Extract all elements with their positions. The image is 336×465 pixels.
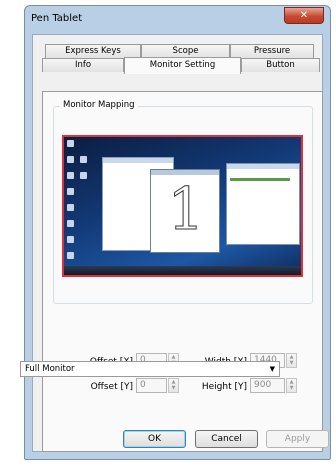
monitor-number: 1 <box>167 175 205 243</box>
preview-taskbar <box>64 266 301 275</box>
apply-button[interactable]: Apply <box>266 430 329 448</box>
pen-tablet-window: Pen Tablet ✕ Express Keys Scope Pressure… <box>24 5 331 460</box>
desktop-icon <box>80 156 87 163</box>
cancel-button[interactable]: Cancel <box>195 430 258 448</box>
chevron-down-icon: ▼ <box>269 365 275 373</box>
desktop-icon <box>67 172 74 179</box>
height-y-spinner[interactable]: ▲ ▼ <box>286 378 297 393</box>
close-button[interactable]: ✕ <box>284 7 324 24</box>
desktop-icon <box>80 172 87 179</box>
tab-express-keys[interactable]: Express Keys <box>45 44 141 58</box>
monitor-mapping-preview[interactable]: 1 <box>62 135 303 277</box>
height-y-input[interactable]: 900 <box>250 378 285 393</box>
spin-down-icon: ▼ <box>289 385 294 391</box>
desktop-icon <box>67 140 74 147</box>
height-y-label: Height [Y] <box>201 382 247 392</box>
ok-button[interactable]: OK <box>123 430 186 448</box>
tab-monitor-setting[interactable]: Monitor Setting <box>124 57 241 74</box>
tab-pressure[interactable]: Pressure <box>230 44 314 58</box>
desktop-icon <box>67 220 74 227</box>
title-bar[interactable]: Pen Tablet ✕ <box>25 6 330 30</box>
offset-y-input[interactable]: 0 <box>136 378 167 393</box>
preview-window-center: 1 <box>150 169 220 253</box>
monitor-mapping-group: Monitor Mapping 1 <box>53 100 313 304</box>
dialog-client-area: Express Keys Scope Pressure Info Monitor… <box>32 34 323 452</box>
close-icon: ✕ <box>299 10 309 21</box>
monitor-mapping-legend: Monitor Mapping <box>60 100 138 110</box>
monitor-setting-panel: Monitor Mapping 1 0 ▲ 1440 ▲ ▼ Offset [Y… <box>42 91 323 452</box>
desktop-icon <box>67 236 74 243</box>
desktop-icon <box>67 252 74 259</box>
window-title: Pen Tablet <box>31 13 83 24</box>
spin-down-icon: ▼ <box>289 360 294 366</box>
preview-window-right <box>226 163 300 245</box>
offset-y-spinner[interactable]: ▲ ▼ <box>168 378 179 393</box>
spin-down-icon: ▼ <box>171 385 176 391</box>
tab-button[interactable]: Button <box>241 58 320 72</box>
desktop-icon <box>67 156 74 163</box>
width-x-spinner[interactable]: ▲ ▼ <box>286 353 297 368</box>
offset-y-label: Offset [Y] <box>90 382 133 392</box>
tab-scope[interactable]: Scope <box>141 44 230 58</box>
monitor-select-value: Full Monitor <box>25 364 75 374</box>
monitor-select[interactable]: Full Monitor ▼ <box>20 361 280 377</box>
desktop-icon <box>67 204 74 211</box>
desktop-icon <box>67 188 74 195</box>
tab-info[interactable]: Info <box>42 58 124 72</box>
